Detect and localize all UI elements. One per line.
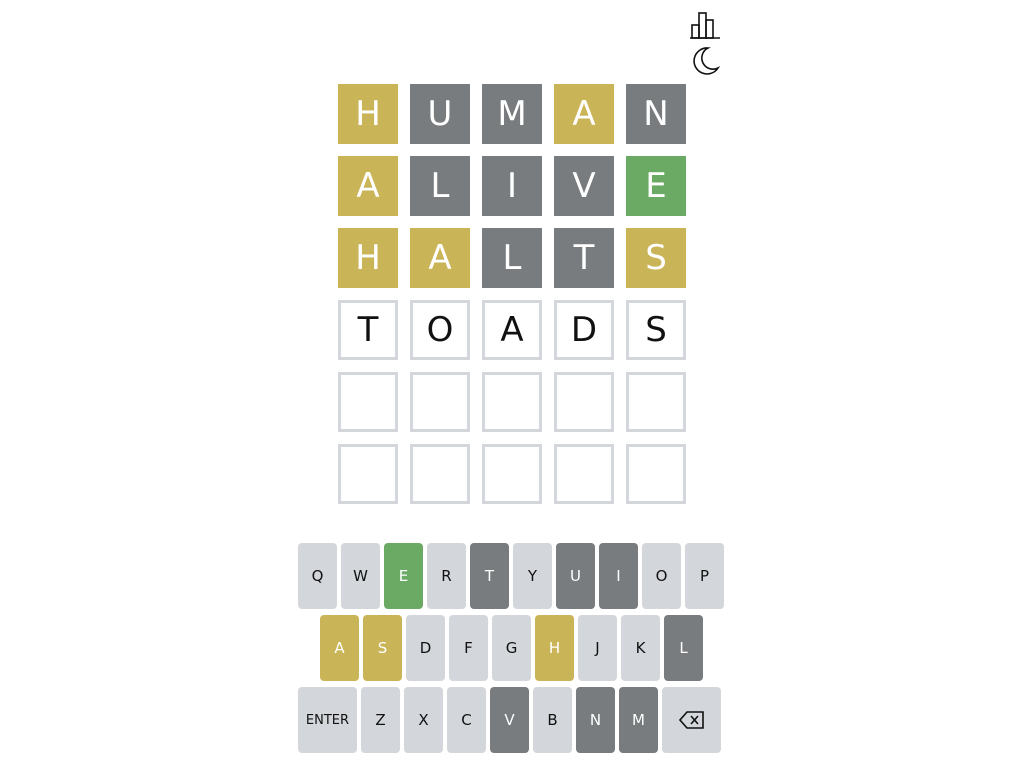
keyboard-row-2: ASDFGHJKL [298, 615, 728, 681]
tile-r6-c5 [626, 444, 686, 504]
tile-r3-c5: S [626, 228, 686, 288]
key-t[interactable]: T [470, 543, 509, 609]
key-w[interactable]: W [341, 543, 380, 609]
tile-r6-c2 [410, 444, 470, 504]
key-z[interactable]: Z [361, 687, 400, 753]
enter-key[interactable]: ENTER [298, 687, 357, 753]
key-s[interactable]: S [363, 615, 402, 681]
backspace-key[interactable] [662, 687, 721, 753]
key-g[interactable]: G [492, 615, 531, 681]
tile-r2-c3: I [482, 156, 542, 216]
tile-r4-c5: S [626, 300, 686, 360]
dark-mode-icon[interactable] [688, 44, 722, 78]
tile-r3-c1: H [338, 228, 398, 288]
key-h[interactable]: H [535, 615, 574, 681]
key-k[interactable]: K [621, 615, 660, 681]
tile-r1-c4: A [554, 84, 614, 144]
header-icons [688, 8, 722, 78]
key-a[interactable]: A [320, 615, 359, 681]
tile-r3-c2: A [410, 228, 470, 288]
keyboard: Q W E R T Y U I O P A S D F G H J K L ENTER Z X C V B N M [298, 543, 728, 759]
game-board: HUMANALIVEHALTSTOADS [338, 84, 686, 504]
tile-r3-c4: T [554, 228, 614, 288]
tile-r1-c1: H [338, 84, 398, 144]
key-y[interactable]: Y [513, 543, 552, 609]
tile-r5-c1 [338, 372, 398, 432]
key-f[interactable]: F [449, 615, 488, 681]
tile-r1-c5: N [626, 84, 686, 144]
tile-r4-c4: D [554, 300, 614, 360]
keyboard-row-3: ENTER Z X C V B N M [298, 687, 728, 753]
tile-r4-c2: O [410, 300, 470, 360]
keyboard-row-1: QWERTYUIOP [298, 543, 728, 609]
key-o[interactable]: O [642, 543, 681, 609]
tile-r6-c4 [554, 444, 614, 504]
key-i[interactable]: I [599, 543, 638, 609]
key-q[interactable]: Q [298, 543, 337, 609]
key-x[interactable]: X [404, 687, 443, 753]
tile-r2-c2: L [410, 156, 470, 216]
tile-r2-c1: A [338, 156, 398, 216]
tile-r4-c3: A [482, 300, 542, 360]
key-d[interactable]: D [406, 615, 445, 681]
key-e[interactable]: E [384, 543, 423, 609]
tile-r2-c4: V [554, 156, 614, 216]
stats-icon[interactable] [688, 8, 722, 42]
key-m[interactable]: M [619, 687, 658, 753]
tile-r3-c3: L [482, 228, 542, 288]
tile-r5-c3 [482, 372, 542, 432]
backspace-icon [678, 711, 704, 729]
key-u[interactable]: U [556, 543, 595, 609]
key-r[interactable]: R [427, 543, 466, 609]
tile-r6-c3 [482, 444, 542, 504]
key-c[interactable]: C [447, 687, 486, 753]
tile-r4-c1: T [338, 300, 398, 360]
tile-r1-c3: M [482, 84, 542, 144]
key-j[interactable]: J [578, 615, 617, 681]
key-l[interactable]: L [664, 615, 703, 681]
key-p[interactable]: P [685, 543, 724, 609]
key-n[interactable]: N [576, 687, 615, 753]
tile-r1-c2: U [410, 84, 470, 144]
tile-r5-c4 [554, 372, 614, 432]
key-b[interactable]: B [533, 687, 572, 753]
key-v[interactable]: V [490, 687, 529, 753]
tile-r5-c5 [626, 372, 686, 432]
tile-r2-c5: E [626, 156, 686, 216]
tile-r5-c2 [410, 372, 470, 432]
tile-r6-c1 [338, 444, 398, 504]
